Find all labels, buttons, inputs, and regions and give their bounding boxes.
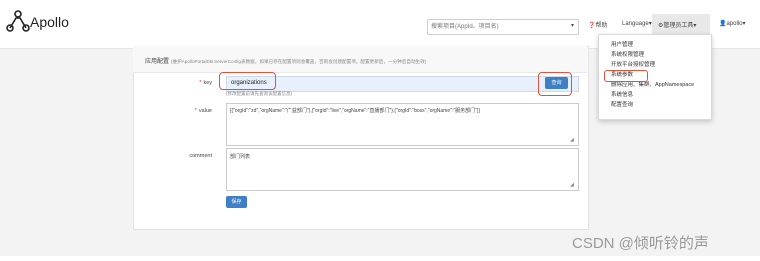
language-label: Language [622, 21, 649, 27]
language-menu[interactable]: Language▾ [622, 20, 652, 27]
watermark: CSDN @倾听铃的声 [572, 235, 709, 252]
menu-item[interactable]: 系统权限管理 [611, 50, 644, 58]
panel-subtitle: (维护ApolloPortalDB.ServerConfig表数据，如果已存在配… [171, 59, 427, 64]
search-input[interactable] [431, 20, 561, 34]
chevron-down-icon: ▾ [742, 21, 746, 27]
comment-content: 部门列表 [230, 154, 251, 160]
menu-item[interactable]: 开放平台授权管理 [611, 60, 655, 68]
user-menu[interactable]: 👤apollo▾ [719, 20, 746, 27]
query-highlight-box [538, 72, 572, 96]
menu-item[interactable]: 配置查询 [611, 100, 633, 108]
value-content: [{"orgId":"zd","orgName":"广益部门"},{"orgId… [230, 108, 480, 114]
user-label: apollo [726, 21, 743, 27]
save-button[interactable]: 保存 [226, 196, 247, 208]
resize-handle-icon[interactable]: ◢ [570, 137, 574, 143]
admin-tools-label: 管理员工具 [663, 23, 694, 29]
help-label: 帮助 [595, 23, 608, 29]
help-link[interactable]: ❓帮助 [588, 20, 608, 29]
comment-label: comment [189, 153, 212, 159]
chevron-down-icon: ▾ [570, 23, 574, 29]
chevron-down-icon: ▾ [693, 23, 697, 29]
key-input[interactable]: organizations [226, 76, 579, 92]
comment-textarea[interactable] [226, 148, 579, 191]
app-title[interactable]: Apollo [30, 14, 69, 30]
menu-item[interactable]: 系统信息 [611, 90, 633, 98]
selected-menu-highlight-box [604, 70, 648, 82]
admin-tools-menu[interactable]: ⚙管理员工具▾ [658, 20, 696, 29]
resize-handle-icon[interactable]: ◢ [570, 182, 574, 188]
menu-item[interactable]: 用户管理 [611, 40, 633, 48]
panel-title: 应用配置 (维护ApolloPortalDB.ServerConfig表数据，如果… [145, 59, 427, 65]
project-search[interactable]: ▾ [427, 19, 579, 35]
key-highlight-box [219, 72, 276, 90]
key-label: * key [199, 80, 212, 86]
apollo-logo-icon [6, 10, 30, 32]
value-label: * value [194, 108, 212, 114]
key-hint: (修改配置前请先查询该配置信息) [226, 91, 292, 96]
